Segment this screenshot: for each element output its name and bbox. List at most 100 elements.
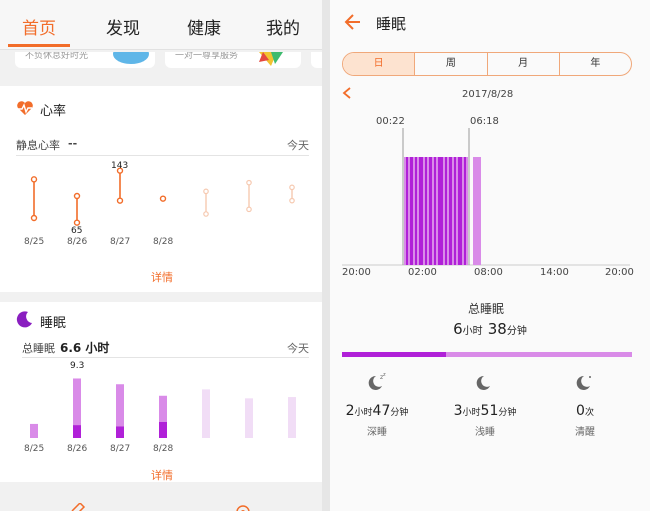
deep-sleep-segment bbox=[454, 157, 456, 265]
hours-unit: 小时 bbox=[462, 326, 483, 337]
header-bar: 睡眠 bbox=[330, 0, 650, 46]
light-sleep-block bbox=[473, 157, 481, 265]
segment-month[interactable]: 月 bbox=[486, 53, 559, 75]
sleep-card[interactable]: 睡眠 总睡眠 6.6 小时 今天 9.3 8/25 8/26 8/27 8/28… bbox=[0, 302, 322, 482]
heart-rate-placeholder-point bbox=[246, 206, 252, 213]
active-tab-indicator bbox=[8, 44, 70, 47]
total-sleep-value: 6.6 小时 bbox=[60, 341, 110, 355]
heart-rate-card[interactable]: 心率 静息心率 -- 今天 143 65 8/25 8/26 8/27 8/28… bbox=[0, 86, 322, 292]
minutes-unit: 分钟 bbox=[506, 326, 527, 337]
segment-week[interactable]: 周 bbox=[414, 53, 486, 75]
heart-x-label: 8/28 bbox=[153, 237, 174, 247]
total-sleep-title: 总睡眠 bbox=[468, 302, 505, 316]
heart-date-label: 今天 bbox=[287, 139, 309, 152]
page-title: 睡眠 bbox=[376, 15, 407, 33]
heart-rate-high-point bbox=[30, 176, 38, 183]
deep-sleep-segment bbox=[410, 157, 413, 265]
promo-card-right[interactable]: 一对一尊享服务 bbox=[165, 52, 301, 68]
sleep-timeline-chart bbox=[342, 128, 630, 266]
tab-health[interactable]: 健康 bbox=[187, 14, 221, 39]
heart-rate-placeholder-point bbox=[246, 179, 252, 186]
bottom-edit-icon[interactable] bbox=[70, 503, 86, 511]
previous-day-chevron-icon[interactable] bbox=[342, 87, 352, 99]
light-hours: 3 bbox=[453, 403, 463, 419]
heart-rate-point bbox=[159, 195, 167, 202]
light-sleep-icon bbox=[476, 375, 490, 390]
sleep-x-label: 8/28 bbox=[153, 444, 174, 454]
divider bbox=[22, 357, 309, 358]
date-label: 2017/8/28 bbox=[462, 89, 514, 100]
segment-year[interactable]: 年 bbox=[558, 53, 631, 75]
deep-sleep-segment bbox=[419, 157, 423, 265]
sleep-placeholder-bar bbox=[245, 398, 253, 438]
light-minutes: 51 bbox=[480, 403, 499, 419]
deep-minutes-unit: 分钟 bbox=[390, 408, 409, 418]
colorful-logo-icon bbox=[259, 52, 283, 66]
sleep-bar-deep bbox=[159, 422, 167, 438]
heart-min-label: 65 bbox=[71, 226, 83, 236]
moon-icon bbox=[16, 311, 32, 328]
light-hours-unit: 小时 bbox=[462, 408, 481, 418]
bottom-settings-icon[interactable] bbox=[234, 503, 252, 511]
heart-rate-icon bbox=[17, 101, 33, 115]
light-sleep-stat: 3小时51分钟 浅睡 bbox=[445, 372, 525, 438]
deep-sleep-segment bbox=[434, 157, 436, 265]
deep-hours: 2 bbox=[345, 403, 355, 419]
total-sleep-duration: 6小时 38分钟 bbox=[330, 319, 650, 338]
promo-right-text: 一对一尊享服务 bbox=[175, 52, 239, 61]
whale-icon bbox=[113, 52, 149, 64]
deep-sleep-segment bbox=[464, 157, 466, 265]
heart-rate-low-point bbox=[116, 197, 124, 204]
axis-label: 20:00 bbox=[342, 267, 371, 278]
sleep-ratio-bar bbox=[342, 352, 632, 357]
deep-sleep-segment bbox=[429, 157, 432, 265]
resting-heart-rate-value: -- bbox=[68, 137, 78, 150]
sleep-x-label: 8/26 bbox=[67, 444, 88, 454]
sleep-bar bbox=[30, 423, 38, 438]
segment-day[interactable]: 日 bbox=[343, 53, 415, 75]
promo-card-left[interactable]: 不负休息好时光 bbox=[15, 52, 155, 68]
axis-label: 08:00 bbox=[474, 267, 503, 278]
tab-home[interactable]: 首页 bbox=[22, 14, 56, 39]
deep-sleep-segment bbox=[458, 157, 462, 265]
tab-discover[interactable]: 发现 bbox=[106, 14, 140, 39]
heart-rate-placeholder-point bbox=[203, 188, 209, 195]
deep-sleep-stat: z z 2小时47分钟 深睡 bbox=[342, 372, 412, 438]
light-minutes-unit: 分钟 bbox=[498, 408, 517, 418]
total-hours: 6 bbox=[453, 320, 463, 338]
sleep-bar-chart bbox=[30, 378, 296, 438]
axis-label: 14:00 bbox=[540, 267, 569, 278]
promo-left-text: 不负休息好时光 bbox=[25, 52, 89, 61]
tab-me[interactable]: 我的 bbox=[266, 14, 300, 39]
heart-rate-low-point bbox=[73, 219, 81, 226]
promo-card-edge bbox=[311, 52, 322, 68]
heart-rate-chart bbox=[30, 167, 295, 226]
deep-sleep-segment bbox=[425, 157, 427, 265]
heart-details-link[interactable]: 详情 bbox=[151, 269, 173, 285]
light-sleep-label: 浅睡 bbox=[475, 427, 495, 438]
awake-label: 清醒 bbox=[575, 427, 595, 438]
sleep-date-label: 今天 bbox=[287, 342, 309, 355]
sleep-details-link[interactable]: 详情 bbox=[151, 467, 173, 483]
heart-rate-placeholder-point bbox=[289, 197, 295, 204]
heart-x-label: 8/26 bbox=[67, 237, 88, 247]
period-segmented-control: 日 周 月 年 bbox=[342, 52, 632, 76]
back-arrow-icon[interactable] bbox=[344, 13, 362, 31]
awake-icon bbox=[576, 375, 591, 390]
axis-label: 20:00 bbox=[605, 267, 634, 278]
sleep-bar-deep bbox=[116, 426, 124, 438]
sleep-x-label: 8/27 bbox=[110, 444, 131, 454]
sleep-bar-deep bbox=[73, 425, 81, 438]
sleep-placeholder-bar bbox=[202, 389, 210, 438]
heart-rate-placeholder-point bbox=[203, 211, 209, 217]
screen-divider bbox=[322, 0, 330, 511]
deep-sleep-icon: z z bbox=[368, 372, 386, 390]
total-sleep-label: 总睡眠 bbox=[22, 342, 55, 355]
svg-text:z: z bbox=[383, 372, 386, 378]
deep-sleep-label: 深睡 bbox=[367, 427, 387, 438]
heart-rate-placeholder-point bbox=[289, 184, 295, 191]
resting-heart-rate-label: 静息心率 bbox=[16, 139, 60, 152]
heart-x-label: 8/25 bbox=[24, 237, 45, 247]
sleep-detail-screen: 睡眠 日 周 月 年 2017/8/28 00:22 06:18 20:00 0… bbox=[330, 0, 650, 511]
top-navigation: 首页 发现 健康 我的 bbox=[0, 0, 322, 50]
